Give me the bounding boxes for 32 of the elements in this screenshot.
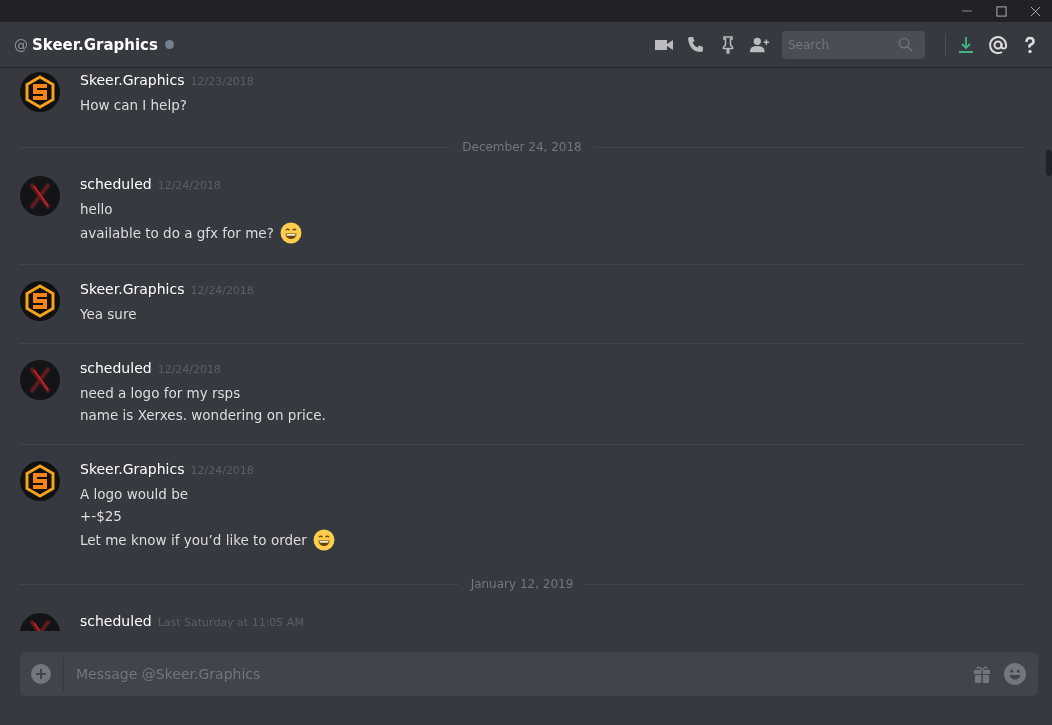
mention-icon[interactable]: [988, 34, 1008, 55]
message-text: Let me know if you’d like to order: [80, 531, 307, 550]
download-icon[interactable]: [956, 34, 976, 55]
message-text: How can I help?: [80, 96, 187, 115]
message-text: A logo would be: [80, 485, 188, 504]
avatar-logo-icon[interactable]: [20, 72, 60, 112]
message-text: +-$25: [80, 507, 122, 526]
message-text: need a logo for my rsps: [80, 384, 241, 403]
author-name[interactable]: Skeer.Graphics: [80, 461, 185, 477]
avatar-logo-icon[interactable]: [20, 281, 60, 321]
search-icon: [898, 37, 913, 52]
channel-title: Skeer.Graphics: [32, 35, 158, 54]
status-dot-icon: [164, 40, 174, 49]
message-text: Yea sure: [80, 305, 137, 324]
date-divider: January 12, 2019: [20, 571, 1024, 597]
author-name[interactable]: scheduled: [80, 360, 152, 376]
author-name[interactable]: scheduled: [80, 176, 152, 192]
message-text: hello: [80, 200, 113, 219]
grinning-emoji-icon: [279, 222, 302, 244]
author-name[interactable]: Skeer.Graphics: [80, 72, 185, 88]
avatar-logo-icon[interactable]: [20, 461, 60, 501]
scrollbar-thumb[interactable]: [1046, 150, 1052, 176]
author-name[interactable]: scheduled: [80, 613, 152, 629]
author-name[interactable]: Skeer.Graphics: [80, 281, 185, 297]
date-divider: December 24, 2018: [20, 134, 1024, 160]
message-text: available to do a gfx for me?: [80, 224, 274, 243]
maximize-icon[interactable]: [995, 5, 1007, 17]
phone-icon[interactable]: [686, 34, 706, 55]
grinning-emoji-icon: [312, 529, 335, 551]
close-icon[interactable]: [1029, 5, 1041, 17]
at-sign: @: [14, 36, 28, 53]
message-text: name is Xerxes. wondering on price.: [80, 406, 326, 425]
